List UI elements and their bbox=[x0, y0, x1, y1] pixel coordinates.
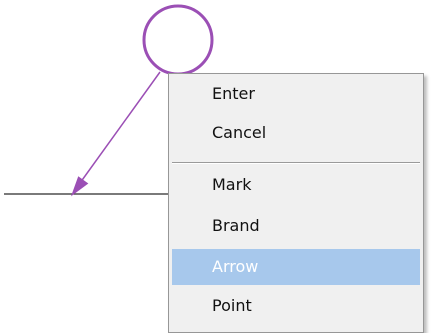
arrow-head bbox=[70, 176, 89, 197]
menu-item-arrow[interactable]: Arrow bbox=[172, 249, 420, 285]
context-menu: Enter Cancel Mark Brand Arrow Point bbox=[168, 73, 424, 333]
drawing-canvas[interactable]: Enter Cancel Mark Brand Arrow Point bbox=[0, 0, 434, 333]
menu-item-point[interactable]: Point bbox=[172, 288, 420, 324]
menu-item-brand[interactable]: Brand bbox=[172, 208, 420, 244]
circle-shape[interactable] bbox=[142, 4, 214, 76]
arrow-shaft[interactable] bbox=[79, 71, 161, 184]
menu-item-cancel[interactable]: Cancel bbox=[172, 115, 420, 151]
menu-item-enter[interactable]: Enter bbox=[172, 76, 420, 112]
menu-separator bbox=[172, 162, 420, 164]
menu-item-mark[interactable]: Mark bbox=[172, 167, 420, 203]
